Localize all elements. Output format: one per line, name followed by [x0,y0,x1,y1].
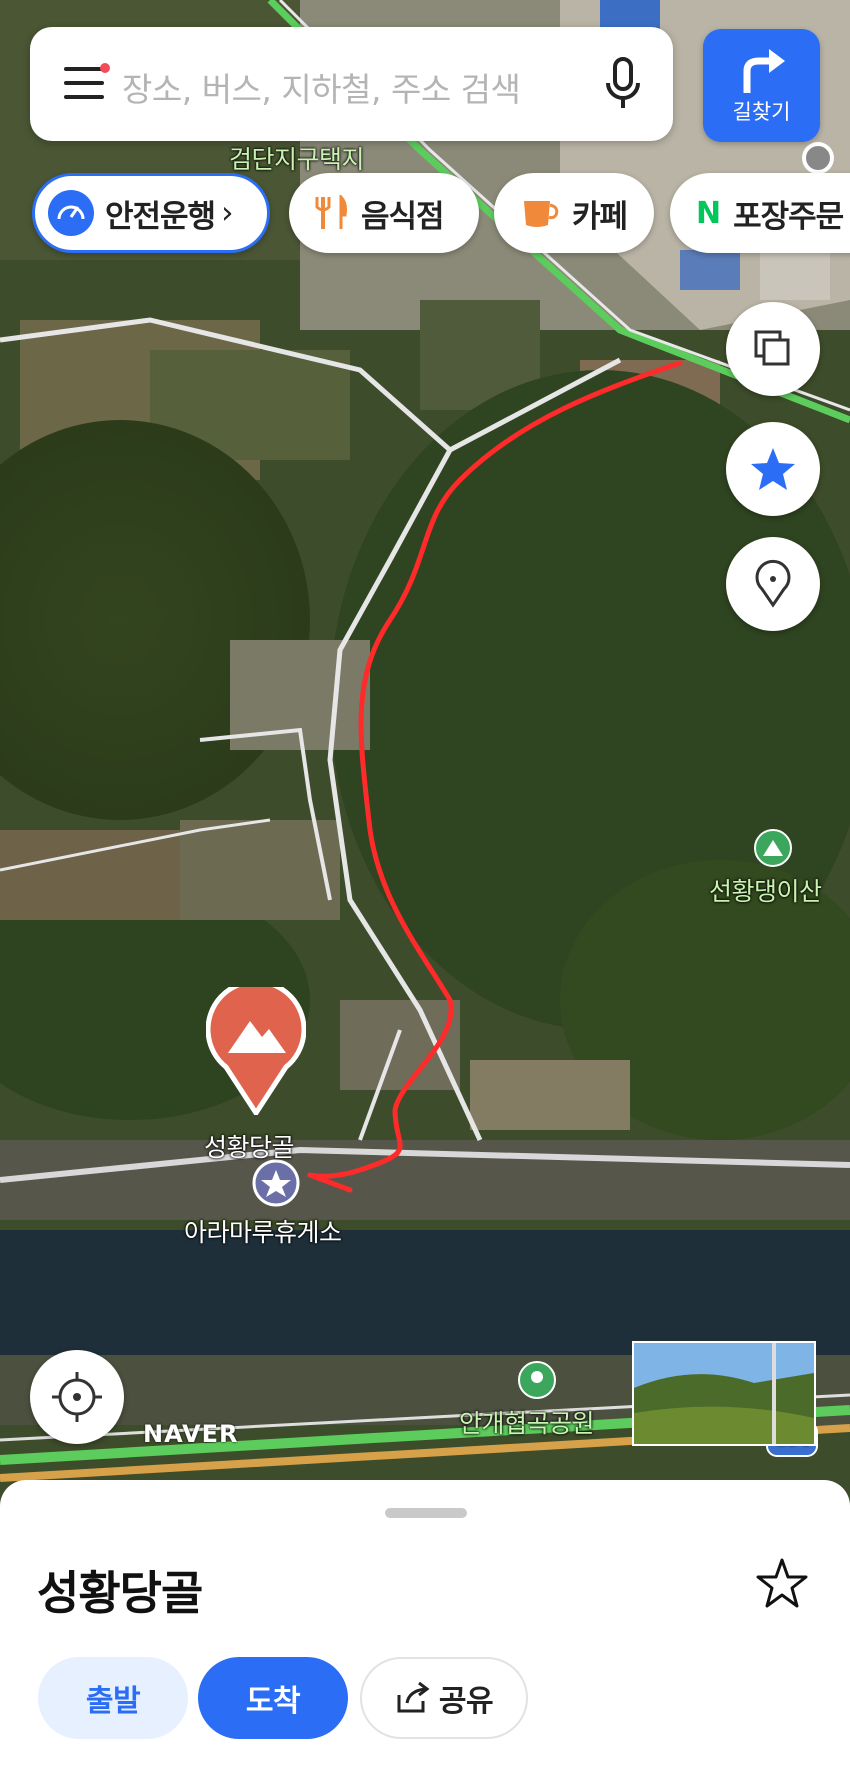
chip-cafe[interactable]: 카페 [494,173,654,253]
place-bottom-sheet[interactable]: 성황당골 출발 도착 공유 [0,1480,850,1771]
turn-arrow-icon [743,49,785,93]
directions-button[interactable]: 길찾기 [703,29,820,142]
share-button[interactable]: 공유 [360,1657,528,1739]
share-icon [397,1681,430,1713]
depart-button[interactable]: 출발 [38,1657,188,1739]
chip-restaurant[interactable]: 음식점 [289,173,479,253]
arrive-button[interactable]: 도착 [198,1657,348,1739]
naver-logo: NAVER [143,1420,239,1448]
favorite-star-icon[interactable] [754,1556,810,1612]
directions-label: 길찾기 [732,100,791,124]
street-view-thumbnail[interactable] [632,1341,816,1446]
map-label-park[interactable]: 안개협곡공원 [459,1404,595,1440]
menu-icon[interactable] [64,63,110,101]
chip-safe-driving[interactable]: 안전운행 › [32,173,270,253]
chip-label: 안전운행 [105,198,216,235]
place-marker-icon[interactable] [206,987,306,1115]
layers-button[interactable] [726,302,820,396]
current-location-button[interactable] [30,1350,124,1444]
chevron-right-icon: › [221,195,233,231]
chip-label: 음식점 [361,198,445,235]
naver-n-icon: N [696,195,722,231]
notification-dot [100,63,110,73]
star-icon [751,448,795,490]
map-label-district: 검단지구택지 [229,145,365,174]
sheet-drag-handle[interactable] [385,1508,467,1518]
favorites-button[interactable] [726,422,820,516]
map-label-rest-area[interactable]: 아라마루휴게소 [184,1213,342,1249]
map-label-mountain[interactable]: 선황댕이산 [709,872,822,908]
share-label: 공유 [438,1684,494,1719]
chip-takeout[interactable]: N 포장주문 [670,173,850,253]
location-pin-icon [755,559,791,608]
coffee-cup-icon [524,201,559,227]
chip-label: 카페 [572,198,628,235]
layers-icon [754,330,790,366]
crosshair-icon [52,1372,102,1422]
chip-label: 포장주문 [733,198,844,235]
speedometer-icon [48,190,94,236]
map-label-pin-place[interactable]: 성황당골 [204,1128,295,1164]
microphone-icon[interactable] [603,55,643,111]
place-title: 성황당골 [37,1566,203,1620]
my-places-button[interactable] [726,537,820,631]
search-input[interactable]: 장소, 버스, 지하철, 주소 검색 [122,63,521,111]
fork-knife-icon [315,195,347,229]
search-bar[interactable]: 장소, 버스, 지하철, 주소 검색 [30,27,673,141]
